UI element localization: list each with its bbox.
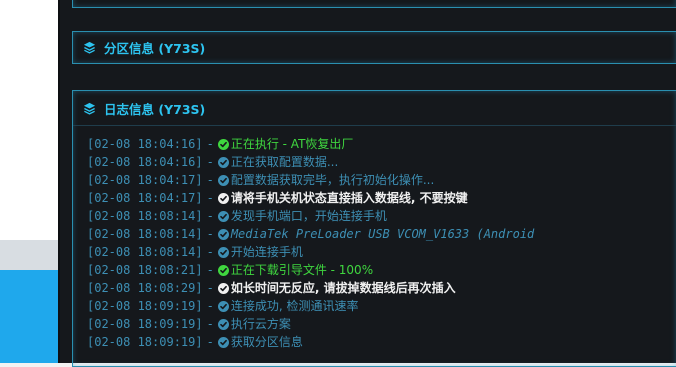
- log-separator: -: [206, 281, 214, 295]
- log-timestamp: [02-08 18:04:16]: [87, 137, 203, 151]
- log-entry: [02-08 18:09:19] - 执行云方案: [87, 315, 676, 333]
- log-message: 正在执行 - AT恢复出厂: [230, 137, 354, 151]
- log-message: 正在下载引导文件 - 100%: [230, 263, 374, 277]
- log-timestamp: [02-08 18:08:21]: [87, 263, 203, 277]
- log-message: 配置数据获取完毕，执行初始化操作...: [230, 173, 435, 187]
- log-message: MediaTek PreLoader USB VCOM_V1633 (Andro…: [230, 227, 535, 241]
- log-message: 获取分区信息: [230, 335, 303, 349]
- layers-icon: [83, 41, 96, 54]
- log-message: 请将手机关机状态直接插入数据线, 不要按键: [230, 191, 468, 205]
- check-circle-icon: [217, 156, 229, 168]
- check-circle-icon: [217, 138, 229, 150]
- check-circle-icon: [217, 192, 229, 204]
- check-circle-icon: [217, 174, 229, 186]
- log-separator: -: [206, 137, 214, 151]
- log-list: [02-08 18:04:16] - 正在执行 - AT恢复出厂 [02-08 18:…: [73, 126, 676, 351]
- log-entry: [02-08 18:08:14] - 开始连接手机: [87, 243, 676, 261]
- log-message: 如长时间无反应, 请拔掉数据线后再次插入: [230, 281, 456, 295]
- log-entry: [02-08 18:04:17] - 请将手机关机状态直接插入数据线, 不要按键: [87, 189, 676, 207]
- log-separator: -: [206, 191, 214, 205]
- log-timestamp: [02-08 18:08:29]: [87, 281, 203, 295]
- check-circle-icon: [217, 300, 229, 312]
- log-timestamp: [02-08 18:04:16]: [87, 155, 203, 169]
- log-entry: [02-08 18:08:29] - 如长时间无反应, 请拔掉数据线后再次插入: [87, 279, 676, 297]
- partition-info-header[interactable]: 分区信息 (Y73S): [73, 32, 676, 63]
- check-circle-icon: [217, 336, 229, 348]
- tool-window: 分区信息 (Y73S) 日志信息 (Y73S) [02-08 18:04:16]…: [58, 0, 676, 367]
- partition-info-panel[interactable]: 分区信息 (Y73S): [72, 31, 676, 64]
- log-entry: [02-08 18:08:14] - MediaTek PreLoader USB …: [87, 225, 676, 243]
- log-timestamp: [02-08 18:08:14]: [87, 209, 203, 223]
- background-window-strip: [0, 240, 60, 270]
- log-entry: [02-08 18:04:16] - 正在获取配置数据...: [87, 153, 676, 171]
- log-entry: [02-08 18:09:19] - 获取分区信息: [87, 333, 676, 351]
- check-circle-icon: [217, 246, 229, 258]
- log-separator: -: [206, 317, 214, 331]
- log-separator: -: [206, 263, 214, 277]
- log-separator: -: [206, 245, 214, 259]
- log-message: 开始连接手机: [230, 245, 303, 259]
- background-taskbar-blue: [0, 270, 60, 363]
- log-info-panel: 日志信息 (Y73S) [02-08 18:04:16] - 正在执行 - AT恢复…: [72, 90, 676, 367]
- check-circle-icon: [217, 318, 229, 330]
- partition-info-title: 分区信息 (Y73S): [104, 41, 206, 56]
- check-circle-icon: [217, 264, 229, 276]
- log-entry: [02-08 18:04:16] - 正在执行 - AT恢复出厂: [87, 135, 676, 153]
- top-panel-edge: [72, 0, 676, 8]
- check-circle-icon: [217, 228, 229, 240]
- log-timestamp: [02-08 18:09:19]: [87, 299, 203, 313]
- log-message: 连接成功, 检测通讯速率: [230, 299, 359, 313]
- layers-icon: [83, 102, 96, 115]
- log-timestamp: [02-08 18:09:19]: [87, 317, 203, 331]
- log-separator: -: [206, 335, 214, 349]
- log-entry: [02-08 18:08:21] - 正在下载引导文件 - 100%: [87, 261, 676, 279]
- log-info-header[interactable]: 日志信息 (Y73S): [73, 91, 676, 126]
- log-message: 正在获取配置数据...: [230, 155, 339, 169]
- log-timestamp: [02-08 18:08:14]: [87, 227, 203, 241]
- log-info-title: 日志信息 (Y73S): [104, 101, 206, 117]
- log-timestamp: [02-08 18:09:19]: [87, 335, 203, 349]
- log-separator: -: [206, 227, 214, 241]
- log-separator: -: [206, 209, 214, 223]
- log-entry: [02-08 18:09:19] - 连接成功, 检测通讯速率: [87, 297, 676, 315]
- background-window-white: [0, 0, 60, 240]
- log-separator: -: [206, 173, 214, 187]
- check-circle-icon: [217, 282, 229, 294]
- log-timestamp: [02-08 18:04:17]: [87, 191, 203, 205]
- log-separator: -: [206, 155, 214, 169]
- check-circle-icon: [217, 210, 229, 222]
- log-message: 发现手机端口，开始连接手机: [230, 209, 387, 223]
- log-timestamp: [02-08 18:04:17]: [87, 173, 203, 187]
- log-separator: -: [206, 299, 214, 313]
- log-entry: [02-08 18:08:14] - 发现手机端口，开始连接手机: [87, 207, 676, 225]
- log-message: 执行云方案: [230, 317, 291, 331]
- log-timestamp: [02-08 18:08:14]: [87, 245, 203, 259]
- log-entry: [02-08 18:04:17] - 配置数据获取完毕，执行初始化操作...: [87, 171, 676, 189]
